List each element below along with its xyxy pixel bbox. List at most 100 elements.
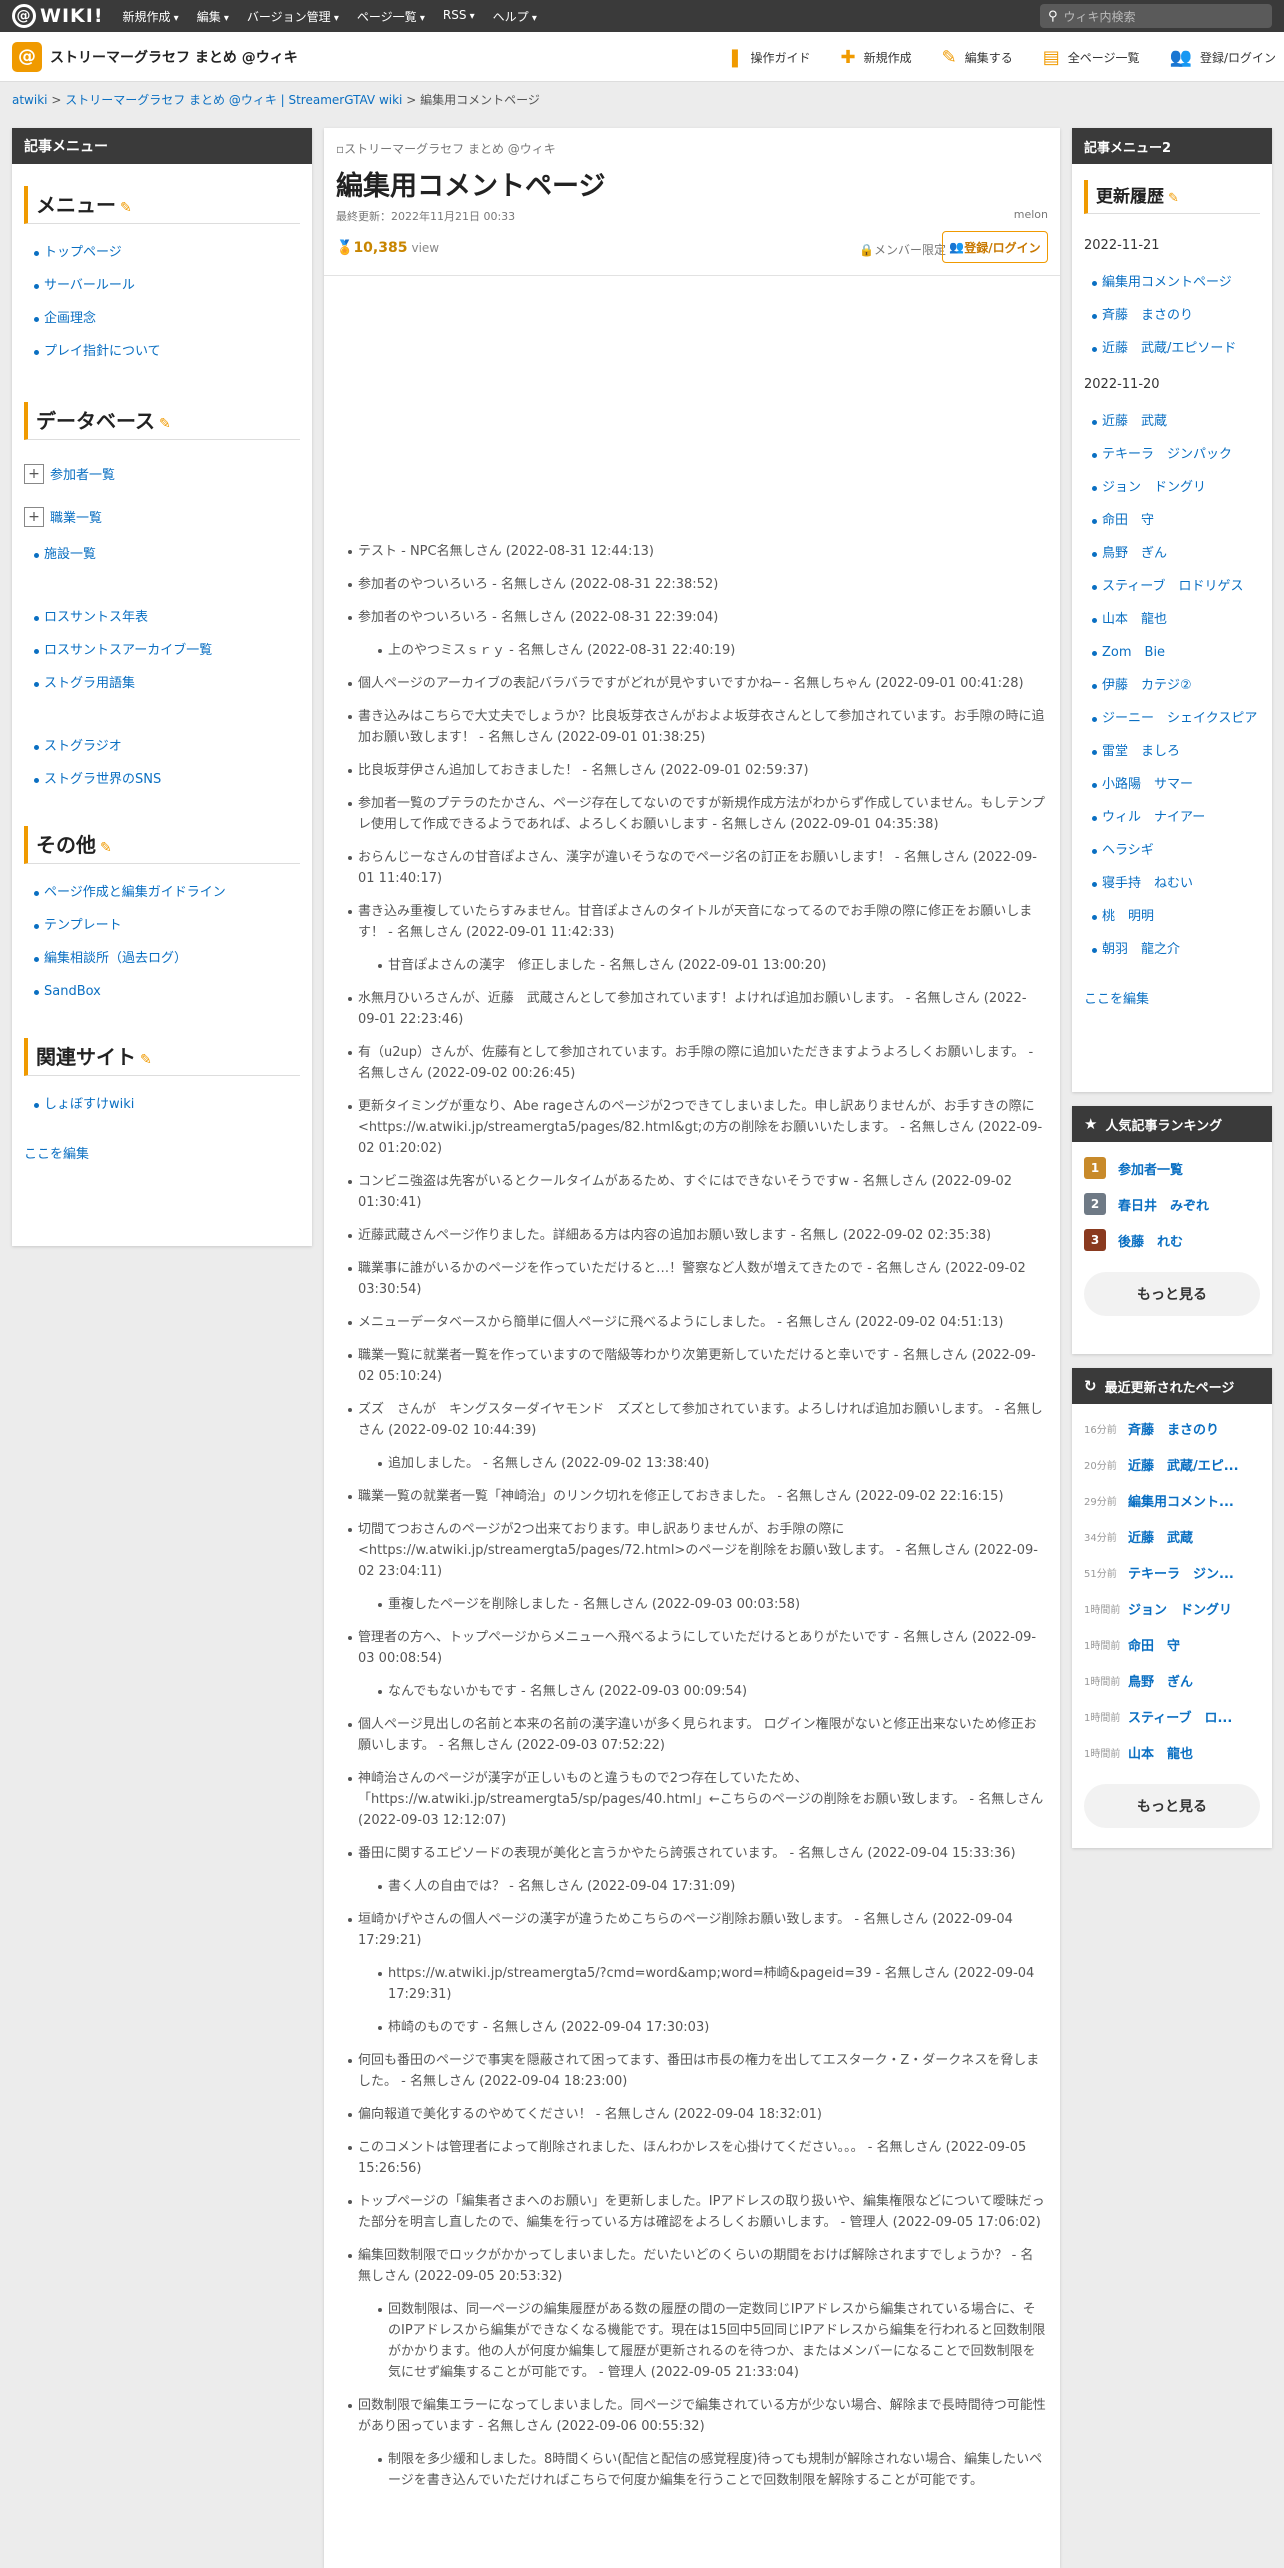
history-item[interactable]: 桃 明明 [1092, 900, 1272, 933]
history-item-link[interactable]: 近藤 武蔵 [1102, 414, 1167, 429]
right-edit-link[interactable]: ここを編集 [1072, 988, 1272, 1007]
update-link[interactable]: 近藤 武蔵/エピ... [1128, 1455, 1258, 1474]
guide-button[interactable]: ❚ 操作ガイド [727, 47, 810, 68]
left-edit-link[interactable]: ここを編集 [12, 1143, 312, 1162]
recent-update-item[interactable]: 20分前 近藤 武蔵/エピ... [1072, 1446, 1272, 1482]
edit-pencil-icon[interactable]: ✎ [140, 1052, 152, 1068]
history-item[interactable]: 近藤 武蔵 [1092, 405, 1272, 438]
other-item[interactable]: SandBox [34, 975, 312, 1008]
update-link[interactable]: 編集用コメント... [1128, 1491, 1258, 1510]
update-link[interactable]: 命田 守 [1128, 1635, 1258, 1654]
history-item-link[interactable]: テキーラ ジンパック [1102, 447, 1232, 462]
db-item-link[interactable]: ストグラジオ [44, 739, 122, 754]
login-button[interactable]: 👥 登録/ログイン [1170, 47, 1276, 68]
all-pages-button[interactable]: ▤ 全ページ一覧 [1043, 47, 1140, 68]
db-item-link[interactable]: 施設一覧 [44, 547, 96, 562]
history-item[interactable]: 寝手持 ねむい [1092, 867, 1272, 900]
history-item-link[interactable]: 斉藤 まさのり [1102, 308, 1193, 323]
expand-plus-icon[interactable]: + [24, 463, 44, 484]
expand-jobs[interactable]: + 職業一覧 [12, 495, 312, 538]
menu-item[interactable]: 企画理念 [34, 302, 312, 335]
edit-pencil-icon[interactable]: ✎ [120, 200, 132, 216]
other-item-link[interactable]: 編集相談所（過去ログ） [44, 951, 187, 966]
history-item-link[interactable]: 鳥野 ぎん [1102, 546, 1167, 561]
related-item-link[interactable]: しょぼすけwiki [44, 1097, 134, 1112]
db-item[interactable]: 施設一覧 [34, 538, 312, 571]
menu-item-link[interactable]: 企画理念 [44, 311, 96, 326]
menu-item[interactable]: トップページ [34, 236, 312, 269]
db-item-link[interactable]: ストグラ世界のSNS [44, 772, 161, 787]
update-link[interactable]: スティーブ ロ... [1128, 1707, 1258, 1726]
history-item[interactable]: 編集用コメントページ [1092, 266, 1272, 299]
history-item-link[interactable]: 雷堂 ましろ [1102, 744, 1180, 759]
top-nav-item[interactable]: RSS [434, 8, 484, 25]
history-item[interactable]: 雷堂 ましろ [1092, 735, 1272, 768]
edit-pencil-icon[interactable]: ✎ [159, 416, 171, 432]
history-item[interactable]: ジーニー シェイクスピア [1092, 702, 1272, 735]
breadcrumb-atwiki[interactable]: atwiki [12, 93, 48, 107]
ranking-link[interactable]: 春日井 みぞれ [1118, 1195, 1209, 1214]
history-item[interactable]: 小路陽 サマー [1092, 768, 1272, 801]
top-nav-item[interactable]: 新規作成 [113, 8, 187, 25]
ranking-more-button[interactable]: もっと見る [1084, 1272, 1260, 1316]
menu-item-link[interactable]: トップページ [44, 245, 122, 260]
history-item[interactable]: スティーブ ロドリゲス [1092, 570, 1272, 603]
db-item[interactable]: ロスサントス年表 [34, 601, 312, 634]
recent-update-item[interactable]: 34分前 近藤 武蔵 [1072, 1518, 1272, 1554]
history-item[interactable]: 朝羽 龍之介 [1092, 933, 1272, 966]
edit-pencil-icon[interactable]: ✎ [1168, 191, 1179, 206]
update-link[interactable]: 鳥野 ぎん [1128, 1671, 1258, 1690]
history-item-link[interactable]: 小路陽 サマー [1102, 777, 1193, 792]
ranking-item[interactable]: 2 春日井 みぞれ [1072, 1186, 1272, 1222]
other-item-link[interactable]: SandBox [44, 984, 101, 999]
recent-update-item[interactable]: 51分前 テキーラ ジン... [1072, 1554, 1272, 1590]
top-nav-item[interactable]: バージョン管理 [238, 8, 348, 25]
history-item-link[interactable]: ジョン ドングリ [1102, 480, 1206, 495]
ranking-link[interactable]: 後藤 れむ [1118, 1231, 1183, 1250]
atwiki-logo[interactable]: @ WIKI! [12, 4, 103, 28]
db-item-link[interactable]: ロスサントスアーカイブ一覧 [44, 643, 212, 658]
history-item[interactable]: ジョン ドングリ [1092, 471, 1272, 504]
history-item[interactable]: ウィル ナイアー [1092, 801, 1272, 834]
edit-button[interactable]: ✎ 編集する [942, 47, 1013, 68]
history-item-link[interactable]: 近藤 武蔵/エピソード [1102, 341, 1236, 356]
history-item-link[interactable]: 桃 明明 [1102, 909, 1154, 924]
history-item[interactable]: 斉藤 まさのり [1092, 299, 1272, 332]
other-item[interactable]: テンプレート [34, 909, 312, 942]
history-item[interactable]: テキーラ ジンパック [1092, 438, 1272, 471]
related-item[interactable]: しょぼすけwiki [34, 1088, 312, 1121]
history-item-link[interactable]: スティーブ ロドリゲス [1102, 579, 1243, 594]
breadcrumb-site[interactable]: ストリーマーグラセフ まとめ @ウィキ | StreamerGTAV wiki [65, 93, 402, 107]
update-link[interactable]: 斉藤 まさのり [1128, 1419, 1258, 1438]
history-item-link[interactable]: ヘラシギ [1102, 843, 1154, 858]
menu-item-link[interactable]: プレイ指針について [44, 344, 161, 359]
new-page-button[interactable]: ✚ 新規作成 [841, 47, 912, 68]
top-nav-item[interactable]: 編集 [188, 8, 238, 25]
register-login-button[interactable]: 👥 登録/ログイン [942, 231, 1048, 263]
recent-update-item[interactable]: 1時間前 ジョン ドングリ [1072, 1590, 1272, 1626]
history-item-link[interactable]: ウィル ナイアー [1102, 810, 1205, 825]
recent-update-item[interactable]: 1時間前 鳥野 ぎん [1072, 1662, 1272, 1698]
history-item-link[interactable]: 編集用コメントページ [1102, 275, 1232, 290]
history-item-link[interactable]: 朝羽 龍之介 [1102, 942, 1180, 957]
other-item[interactable]: ページ作成と編集ガイドライン [34, 876, 312, 909]
db-item-link[interactable]: ロスサントス年表 [44, 610, 148, 625]
site-title[interactable]: ストリーマーグラセフ まとめ @ウィキ [50, 47, 298, 67]
history-item[interactable]: 命田 守 [1092, 504, 1272, 537]
menu-item[interactable]: プレイ指針について [34, 335, 312, 368]
history-item[interactable]: ヘラシギ [1092, 834, 1272, 867]
recent-update-item[interactable]: 1時間前 山本 龍也 [1072, 1734, 1272, 1770]
recent-update-item[interactable]: 29分前 編集用コメント... [1072, 1482, 1272, 1518]
history-item[interactable]: 伊藤 カテジ② [1092, 669, 1272, 702]
history-item-link[interactable]: 山本 龍也 [1102, 612, 1167, 627]
menu-item[interactable]: サーバールール [34, 269, 312, 302]
ranking-item[interactable]: 1 参加者一覧 [1072, 1150, 1272, 1186]
recent-update-item[interactable]: 1時間前 スティーブ ロ... [1072, 1698, 1272, 1734]
db-item[interactable]: ストグラ世界のSNS [34, 763, 312, 796]
history-item[interactable]: 鳥野 ぎん [1092, 537, 1272, 570]
site-logo-icon[interactable]: @ [12, 41, 42, 72]
db-item[interactable]: ロスサントスアーカイブ一覧 [34, 634, 312, 667]
ranking-link[interactable]: 参加者一覧 [1118, 1159, 1183, 1178]
db-item[interactable]: ストグラ用語集 [34, 667, 312, 700]
expand-participants[interactable]: + 参加者一覧 [12, 452, 312, 495]
